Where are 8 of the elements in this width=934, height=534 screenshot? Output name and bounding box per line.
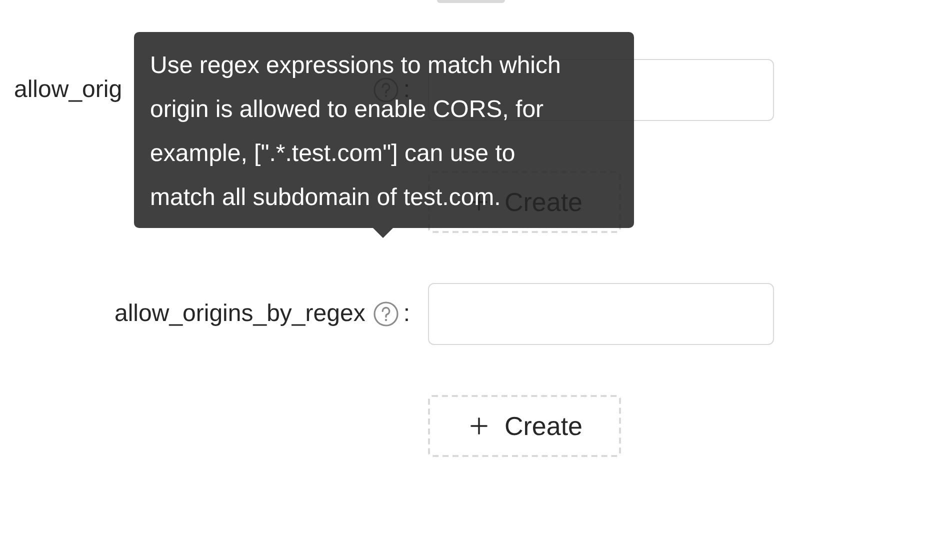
label-colon: : (403, 75, 410, 103)
switch-edge (437, 0, 505, 3)
create-button[interactable]: Create (428, 395, 621, 457)
input-field[interactable] (428, 283, 774, 345)
field-label: allow_origins_by_regex (114, 299, 366, 329)
field-label: allow_orig (13, 75, 122, 105)
label-colon: : (403, 299, 410, 329)
help-icon (373, 301, 400, 327)
